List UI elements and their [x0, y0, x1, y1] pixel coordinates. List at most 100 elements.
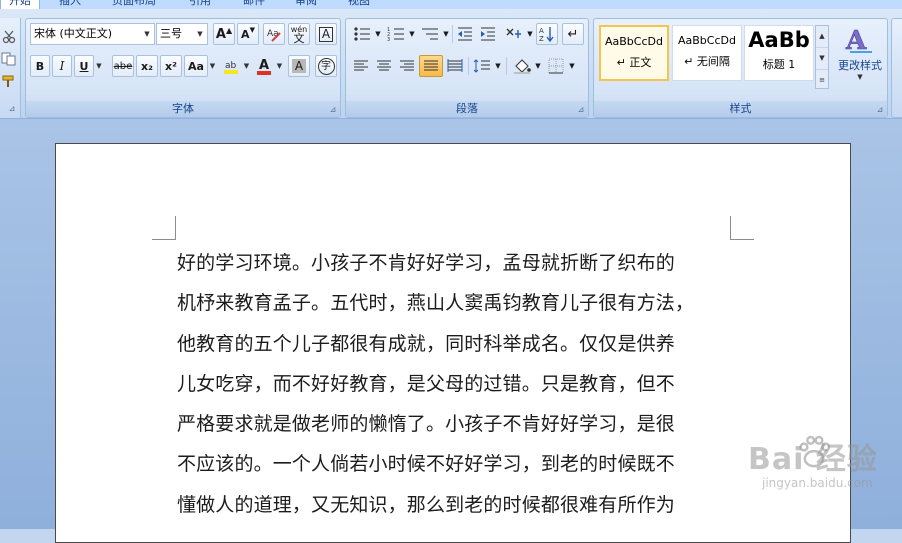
baidu-jingyan-watermark: Bai 经验 jingyan.baidu.com [748, 430, 898, 510]
justify-button[interactable] [419, 55, 443, 77]
styles-launcher-icon[interactable]: ⊿ [875, 105, 885, 115]
numbering-button[interactable]: 123 [384, 23, 408, 45]
case-dropdown-icon[interactable]: ▼ [208, 55, 217, 77]
paragraph-group: ▼ 123 ▼ ▼ ▼ AZ ↵ ▼ ▼ ▼ 段落 ⊿ [345, 18, 589, 118]
borders-dropdown-icon[interactable]: ▼ [568, 55, 576, 77]
document-page[interactable]: 好的学习环境。小孩子不肯好好学习，孟母就折断了织布的 机杼来教育孟子。五代时，燕… [55, 143, 851, 543]
highlighter-icon: ab [224, 61, 238, 74]
decrease-indent-button[interactable] [454, 23, 476, 45]
char-shading-button[interactable]: A [288, 55, 310, 77]
text-line: 不应该的。一个人倘若小时候不好好学习，到老的时候既不 [177, 453, 675, 476]
underline-button[interactable]: U [74, 55, 94, 77]
clear-format-icon: Aa [267, 29, 281, 42]
separator [468, 57, 469, 75]
highlight-dropdown-icon[interactable]: ▼ [242, 55, 251, 77]
paragraph-group-label: 段落 [346, 101, 588, 117]
chevron-down-icon: ▼ [197, 30, 203, 38]
style-tile-no-spacing[interactable]: AaBbCcDd ↵ 无间隔 [672, 25, 742, 81]
enclose-char-button[interactable]: 字 [315, 55, 337, 77]
subscript-button[interactable]: x₂ [136, 55, 158, 77]
font-color-dropdown-icon[interactable]: ▼ [275, 55, 284, 77]
align-right-button[interactable] [396, 55, 418, 77]
strikethrough-button[interactable]: abe [112, 55, 134, 77]
styles-gallery-scroll[interactable]: ▲ ▼ ≡ [815, 25, 829, 89]
multilevel-list-button[interactable] [418, 23, 442, 45]
font-color-button[interactable]: A [252, 55, 276, 77]
borders-button[interactable] [544, 55, 568, 77]
tab-view[interactable]: 视图 [348, 0, 370, 9]
scroll-up-icon[interactable]: ▲ [816, 26, 828, 48]
numbering-dropdown-icon[interactable]: ▼ [408, 23, 416, 45]
change-case-button[interactable]: Aa [184, 55, 208, 77]
grow-font-label: A [215, 26, 226, 42]
style-name: ↵ 无间隔 [684, 55, 730, 68]
chinese-layout-button[interactable] [502, 23, 526, 45]
style-tile-normal[interactable]: AaBbCcDd ↵ 正文 [599, 25, 669, 81]
superscript-button[interactable]: x² [160, 55, 182, 77]
chinese-layout-dropdown-icon[interactable]: ▼ [526, 23, 534, 45]
tab-references[interactable]: 引用 [189, 0, 211, 9]
text-line: 好的学习环境。小孩子不肯好好学习，孟母就折断了织布的 [177, 252, 675, 274]
style-sample: AaBb [748, 28, 810, 52]
format-painter-icon[interactable] [1, 74, 17, 88]
shrink-font-button[interactable]: A ▼ [237, 23, 259, 45]
decrease-indent-icon [458, 27, 472, 41]
font-name-combo[interactable]: 宋体 (中文正文) ▼ [30, 23, 155, 45]
underline-dropdown-icon[interactable]: ▼ [94, 55, 104, 77]
gallery-more-icon[interactable]: ≡ [816, 70, 828, 91]
tab-mailings[interactable]: 邮件 [243, 0, 265, 9]
align-center-button[interactable] [373, 55, 395, 77]
shading-dropdown-icon[interactable]: ▼ [534, 55, 542, 77]
tab-home[interactable]: 开始 [0, 0, 40, 9]
clear-format-button[interactable]: Aa [263, 23, 285, 45]
char-border-icon: A [318, 26, 334, 42]
cut-icon[interactable] [2, 30, 16, 44]
arrow-down-icon: ▼ [249, 26, 255, 34]
align-left-button[interactable] [350, 55, 372, 77]
font-group-label: 字体 [26, 101, 340, 117]
increase-indent-button[interactable] [477, 23, 499, 45]
document-body[interactable]: 好的学习环境。小孩子不肯好好学习，孟母就折断了织布的 机杼来教育孟子。五代时，燕… [177, 245, 733, 527]
multilevel-dropdown-icon[interactable]: ▼ [442, 23, 450, 45]
tab-insert[interactable]: 插入 [59, 0, 81, 9]
change-styles-button[interactable]: A 更改样式 ▼ [834, 23, 886, 93]
watermark-url: jingyan.baidu.com [762, 476, 873, 490]
editing-group-partial [891, 18, 902, 118]
highlight-button[interactable]: ab [219, 55, 243, 77]
font-launcher-icon[interactable]: ⊿ [328, 105, 338, 115]
style-sample: AaBbCcDd [678, 34, 736, 47]
bullets-dropdown-icon[interactable]: ▼ [374, 23, 382, 45]
svg-text:A: A [259, 58, 269, 73]
copy-icon[interactable] [1, 52, 17, 66]
font-name-value: 宋体 (中文正文) [34, 27, 113, 40]
distributed-button[interactable] [444, 55, 466, 77]
justify-icon [424, 60, 438, 71]
grow-font-button[interactable]: A ▲ [213, 23, 235, 45]
chevron-down-icon: ▼ [857, 73, 863, 81]
text-line: 严格要求就是做老师的懒惰了。小孩子不肯好好学习，是很 [177, 413, 675, 436]
shading-button[interactable] [510, 55, 534, 77]
margin-marker-top-right [730, 216, 754, 240]
scroll-down-icon[interactable]: ▼ [816, 48, 828, 70]
bullets-button[interactable] [350, 23, 374, 45]
text-line: 机杼来教育孟子。五代时，燕山人窦禹钧教育儿子很有方法， [177, 292, 695, 315]
paragraph-launcher-icon[interactable]: ⊿ [576, 105, 586, 115]
style-name: 标题 1 [762, 58, 796, 71]
bold-button[interactable]: B [30, 55, 50, 77]
tab-page-layout[interactable]: 页面布局 [112, 0, 156, 9]
align-left-icon [354, 60, 368, 71]
font-size-combo[interactable]: 三号 ▼ [156, 23, 208, 45]
borders-icon [548, 58, 564, 74]
paint-bucket-icon [514, 59, 531, 74]
clipboard-launcher-icon[interactable]: ⊿ [7, 104, 17, 114]
sort-button[interactable]: AZ [536, 23, 558, 45]
show-marks-button[interactable]: ↵ [562, 23, 584, 45]
line-spacing-dropdown-icon[interactable]: ▼ [494, 55, 502, 77]
line-spacing-button[interactable] [470, 55, 494, 77]
bullets-icon [354, 27, 370, 41]
phonetic-guide-button[interactable]: wén 文 [288, 23, 310, 45]
style-tile-heading-1[interactable]: AaBb 标题 1 [744, 25, 814, 81]
tab-review[interactable]: 审阅 [295, 0, 317, 9]
italic-button[interactable]: I [52, 55, 72, 77]
char-border-button[interactable]: A [315, 23, 337, 45]
